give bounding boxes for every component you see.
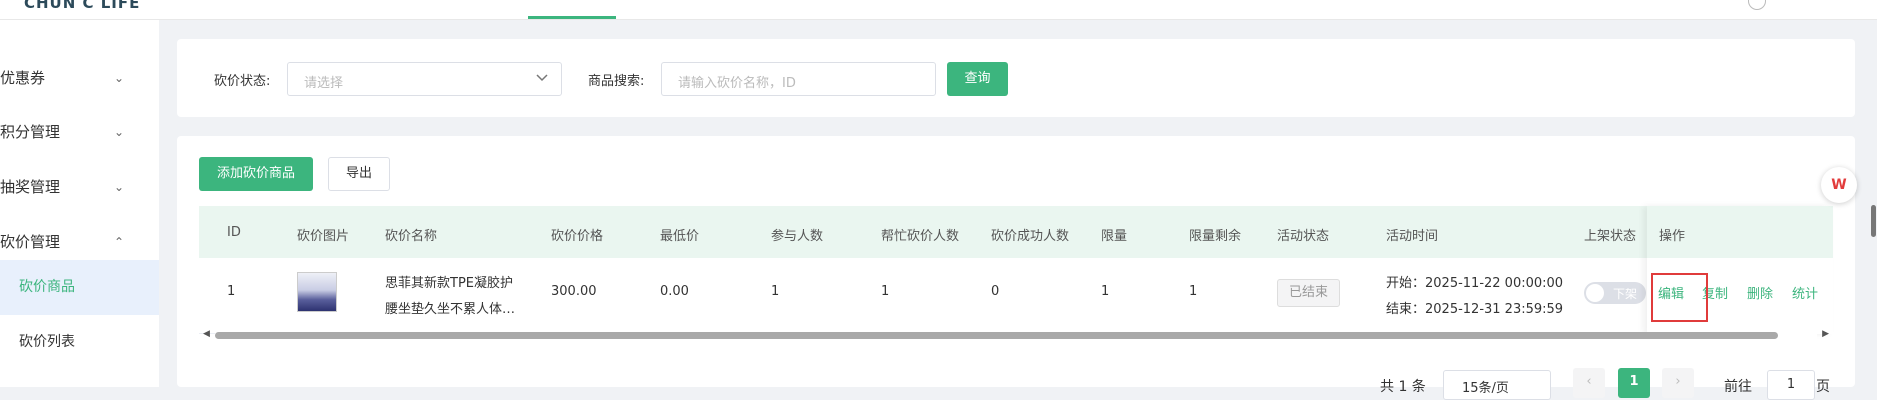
sidebar-menu-label: 优惠券 [0, 69, 46, 87]
column-header: 砍价价格 [551, 229, 604, 244]
horizontal-scrollbar[interactable]: ◀ ▶ [199, 329, 1833, 341]
column-header: 活动时间 [1386, 229, 1439, 244]
cell-price: 300.00 [551, 284, 597, 299]
next-page-button[interactable]: › [1662, 368, 1694, 398]
sidebar: 优惠券 ⌄ 积分管理 ⌄ 抽奖管理 ⌄ 砍价管理 ⌃ 砍价商品 砍价列表 [0, 20, 159, 387]
chevron-down-icon: ⌄ [114, 71, 125, 85]
cell-id: 1 [227, 284, 236, 299]
column-header: 上架状态 [1584, 229, 1637, 244]
status-select[interactable]: 请选择 [287, 62, 562, 96]
goto-page-input[interactable]: 1 [1767, 370, 1815, 400]
cell-end-time: 结束：2025-12-31 23:59:59 [1386, 302, 1564, 317]
status-filter-label: 砍价状态: [214, 74, 271, 89]
goto-label: 前往 [1724, 379, 1752, 395]
column-header: 砍价图片 [297, 229, 350, 244]
chevron-down-icon: ⌄ [114, 180, 125, 194]
page-size-select[interactable]: 15条/页 [1443, 370, 1551, 400]
toggle-knob [1586, 284, 1604, 302]
sidebar-item-bargain-list[interactable]: 砍价列表 [0, 315, 159, 370]
page-size-value: 15条/页 [1462, 381, 1509, 396]
cell-participants: 1 [771, 284, 780, 299]
delete-link[interactable]: 删除 [1747, 283, 1773, 302]
sidebar-menu-points[interactable]: 积分管理 ⌄ [0, 105, 159, 160]
sidebar-item-label: 砍价商品 [19, 279, 75, 295]
sidebar-menu-coupons[interactable]: 优惠券 ⌄ [0, 51, 159, 106]
sidebar-menu-label: 积分管理 [0, 123, 61, 141]
sidebar-menu-lottery[interactable]: 抽奖管理 ⌄ [0, 160, 159, 215]
column-header: 操作 [1659, 229, 1686, 244]
scroll-right-icon[interactable]: ▶ [1822, 329, 1829, 339]
logo: CHUN C LIFE [24, 0, 141, 12]
product-thumbnail[interactable] [297, 272, 337, 312]
pagination-total: 共 1 条 [1380, 379, 1426, 395]
highlight-box [1651, 273, 1708, 322]
sidebar-menu-label: 抽奖管理 [0, 178, 61, 196]
scroll-left-icon[interactable]: ◀ [203, 329, 210, 339]
export-button[interactable]: 导出 [328, 157, 390, 191]
cell-name-line1: 思菲其新款TPE凝胶护 [385, 276, 513, 291]
column-header: 帮忙砍价人数 [881, 229, 960, 244]
column-header: 限量剩余 [1189, 229, 1242, 244]
active-tab-indicator [528, 16, 616, 19]
column-header: 砍价名称 [385, 229, 438, 244]
search-label: 商品搜索: [588, 74, 645, 89]
add-bargain-product-button[interactable]: 添加砍价商品 [199, 157, 313, 191]
page-number-button[interactable]: 1 [1618, 368, 1650, 398]
cell-remaining: 1 [1189, 284, 1198, 299]
prev-page-button[interactable]: ‹ [1573, 368, 1605, 398]
scroll-thumb[interactable] [215, 332, 1778, 339]
cell-name-line2: 腰坐垫久坐不累人体… [385, 302, 516, 317]
sidebar-item-bargain-products[interactable]: 砍价商品 [0, 260, 159, 315]
cell-start-time: 开始：2025-11-22 00:00:00 [1386, 276, 1564, 291]
shelf-toggle[interactable]: 下架 [1584, 282, 1646, 304]
query-button[interactable]: 查询 [947, 62, 1008, 96]
page-scrollbar[interactable] [1871, 205, 1876, 237]
cell-helpers: 1 [881, 284, 890, 299]
sidebar-item-label: 砍价列表 [19, 334, 75, 350]
chevron-down-icon: ⌄ [114, 125, 125, 139]
page-suffix-label: 页 [1816, 379, 1830, 395]
wps-float-icon[interactable]: W [1821, 167, 1857, 203]
sidebar-menu-label: 砍价管理 [0, 233, 61, 251]
stats-link[interactable]: 统计 [1792, 283, 1818, 302]
column-header: 砍价成功人数 [991, 229, 1070, 244]
status-badge: 已结束 [1277, 279, 1340, 307]
top-bar: CHUN C LIFE [0, 0, 1877, 20]
cell-success: 0 [991, 284, 1000, 299]
column-header: ID [227, 225, 241, 240]
column-header: 最低价 [660, 229, 700, 244]
toggle-label: 下架 [1613, 287, 1638, 301]
search-input[interactable]: 请输入砍价名称，ID [661, 62, 936, 96]
cell-limit: 1 [1101, 284, 1110, 299]
column-header: 活动状态 [1277, 229, 1330, 244]
column-header: 限量 [1101, 229, 1128, 244]
search-input-placeholder: 请输入砍价名称，ID [678, 76, 796, 91]
cell-min-price: 0.00 [660, 284, 689, 299]
user-avatar-icon[interactable] [1748, 0, 1766, 10]
status-select-placeholder: 请选择 [304, 76, 344, 91]
chevron-down-icon [535, 70, 549, 88]
column-header: 参与人数 [771, 229, 824, 244]
